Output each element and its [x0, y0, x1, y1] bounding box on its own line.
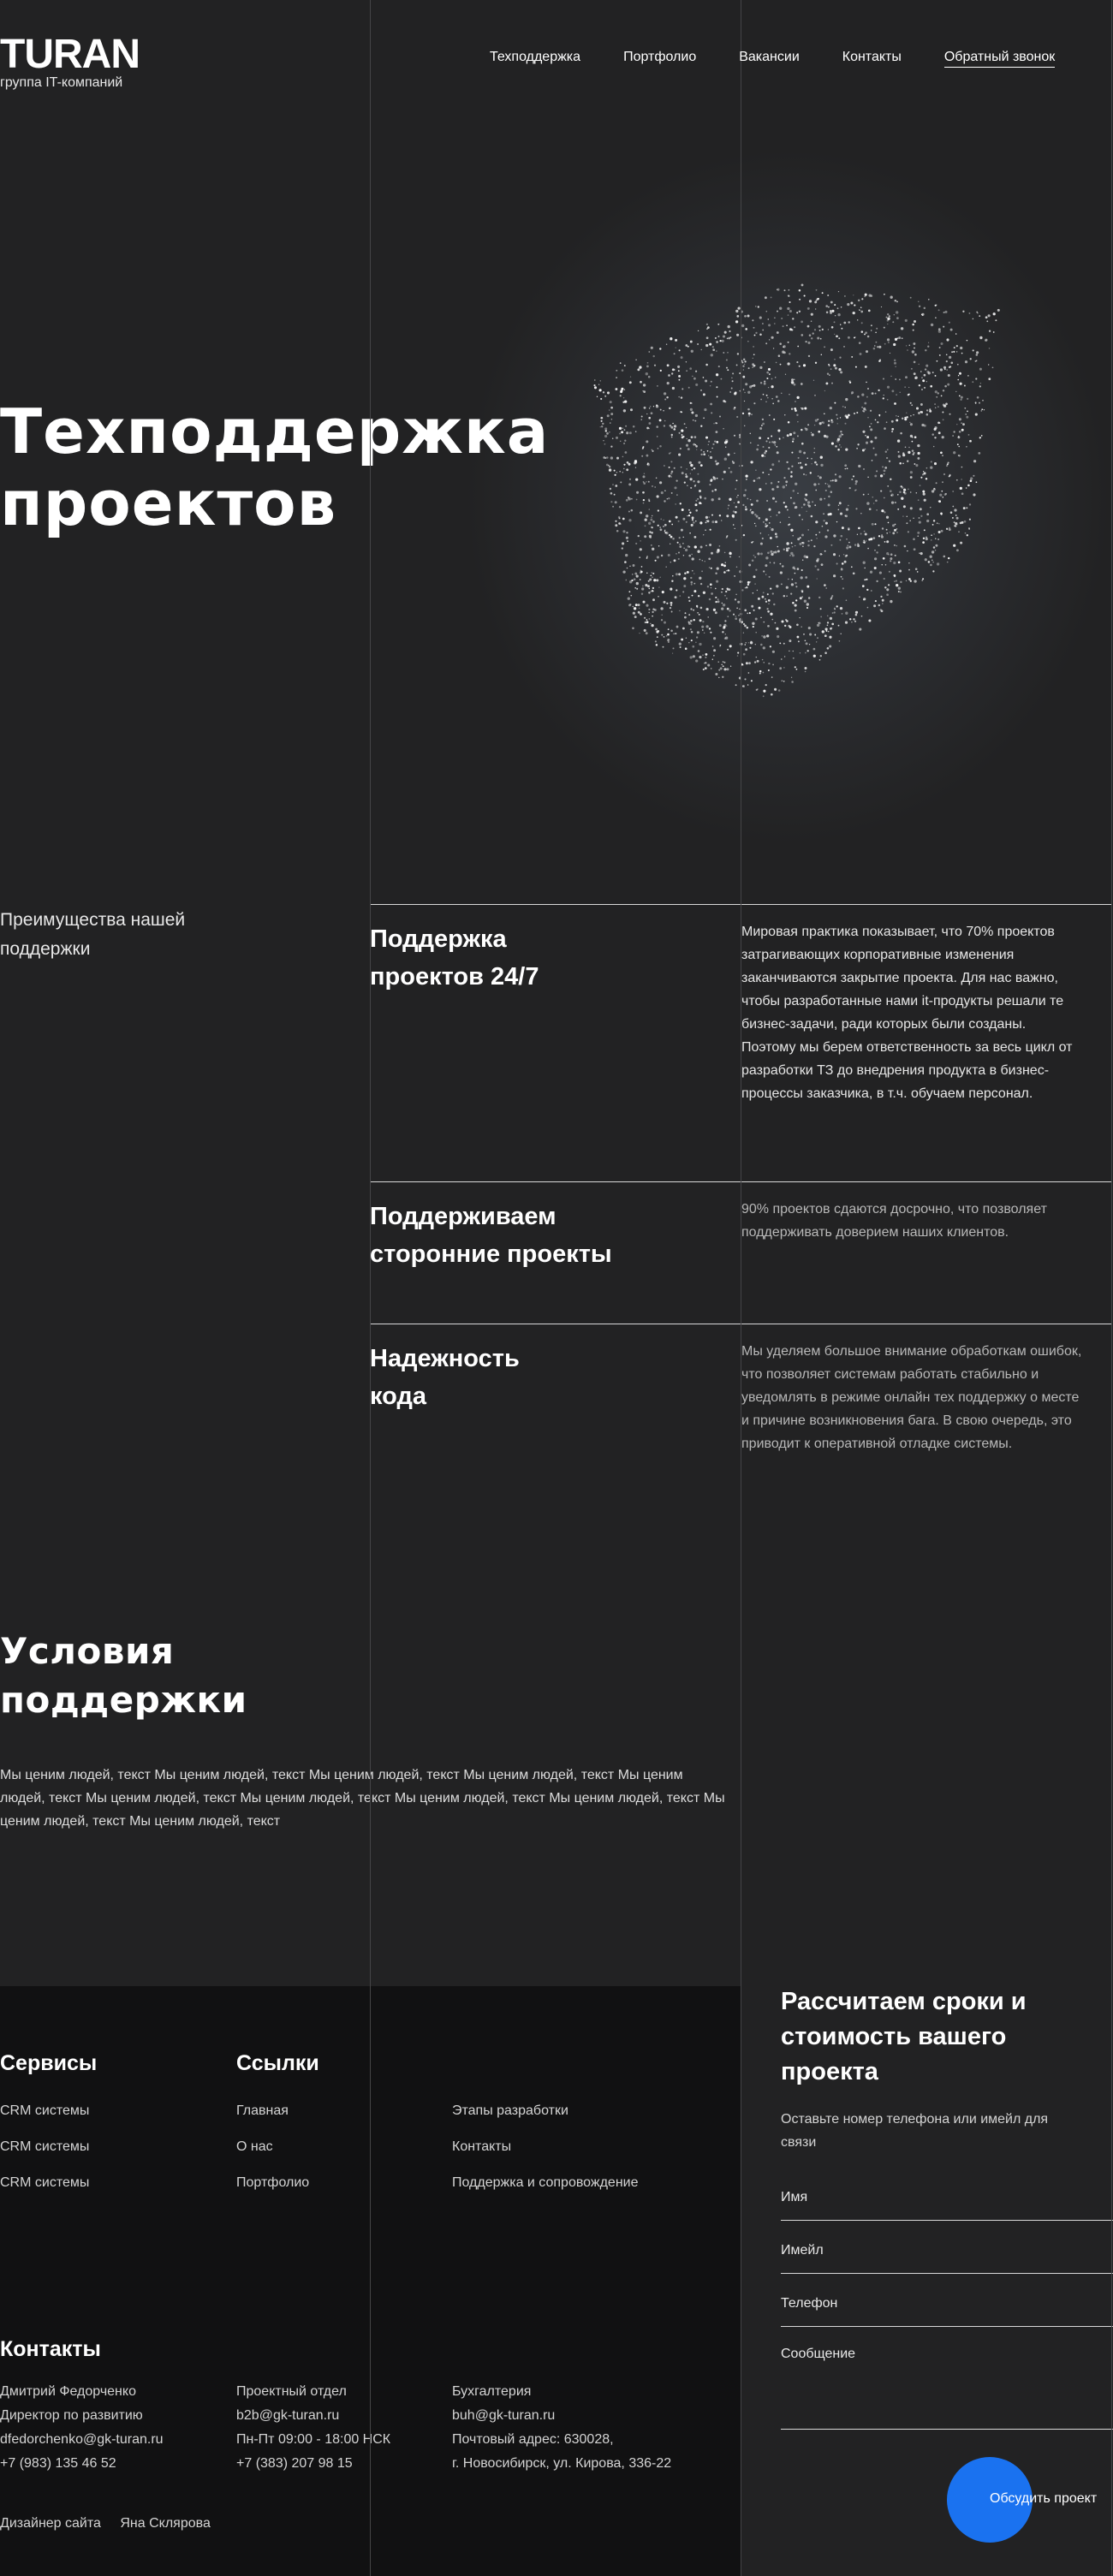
phone-field[interactable]: [781, 2293, 1113, 2327]
services-heading: Сервисы: [0, 2051, 98, 2075]
nav-portfolio[interactable]: Портфолио: [623, 50, 696, 68]
form-subtitle: Оставьте номер телефона или имейл для св…: [781, 2112, 1049, 2150]
contact-accounting: Бухгалтерия buh@gk-turan.ru Почтовый адр…: [452, 2380, 671, 2476]
footer-link-contacts[interactable]: Контакты: [452, 2139, 511, 2156]
form-title: Рассчитаем сроки и стоимость вашего прое…: [781, 1988, 1027, 2085]
logo[interactable]: TURAN группа IT-компаний: [0, 34, 140, 91]
advantage-text: Мы уделяем большое внимание обработкам о…: [741, 1344, 1082, 1451]
services-link[interactable]: CRM системы: [0, 2174, 89, 2192]
email-field[interactable]: [781, 2240, 1113, 2274]
footer-link-about[interactable]: О нас: [236, 2139, 273, 2156]
contact-email[interactable]: buh@gk-turan.ru: [452, 2404, 671, 2428]
hero-title: Техподдержка проектов: [0, 396, 549, 539]
advantage-text: Мировая практика показывает, что 70% про…: [741, 925, 1073, 1101]
advantage-title: Поддержка проектов 24/7: [370, 925, 539, 991]
advantages-label: Преимущества нашей поддержки: [0, 910, 186, 959]
submit-label[interactable]: Обсудить проект: [990, 2491, 1097, 2507]
contact-name: Дмитрий Федорченко: [0, 2384, 136, 2399]
advantage-title: Поддерживаем сторонние проекты: [370, 1203, 612, 1268]
conditions-title-line2: поддержки: [0, 1679, 247, 1721]
contact-address: г. Новосибирск, ул. Кирова, 336-22: [452, 2456, 672, 2471]
contact-name: Проектный отдел: [236, 2384, 347, 2399]
contact-email[interactable]: dfedorchenko@gk-turan.ru: [0, 2428, 164, 2452]
advantage-text: 90% проектов сдаются досрочно, что позво…: [741, 1202, 1047, 1240]
footer-link-stages[interactable]: Этапы разработки: [452, 2103, 568, 2120]
services-link[interactable]: CRM системы: [0, 2139, 89, 2156]
conditions-title: Условия поддержки: [0, 1627, 247, 1724]
contact-address: Почтовый адрес: 630028,: [452, 2432, 614, 2447]
contact-name: Бухгалтерия: [452, 2384, 532, 2399]
contact-email[interactable]: b2b@gk-turan.ru: [236, 2404, 390, 2428]
designer-credit: Дизайнер сайта Яна Склярова: [0, 2515, 211, 2532]
nav-callback[interactable]: Обратный звонок: [943, 50, 1056, 68]
contact-project-dept: Проектный отдел b2b@gk-turan.ru Пн-Пт 09…: [236, 2380, 390, 2476]
logo-subtitle: группа IT-компаний: [0, 75, 123, 90]
contact-hours: Пн-Пт 09:00 - 18:00 НСК: [236, 2432, 391, 2447]
particle-cube-image: [593, 283, 1000, 698]
main-nav: Техподдержка Портфолио Вакансии Контакты…: [490, 50, 1056, 68]
advantage-title: Надежность кода: [370, 1345, 520, 1410]
contacts-heading: Контакты: [0, 2337, 101, 2361]
footer-link-home[interactable]: Главная: [236, 2103, 289, 2120]
conditions-title-line1: Условия: [0, 1630, 175, 1672]
contact-phone[interactable]: +7 (983) 135 46 52: [0, 2452, 164, 2476]
grid-line: [370, 0, 371, 2576]
designer-label: Дизайнер сайта: [0, 2516, 101, 2531]
designer-name[interactable]: Яна Склярова: [120, 2516, 210, 2531]
nav-contacts[interactable]: Контакты: [842, 50, 902, 68]
footer-link-portfolio[interactable]: Портфолио: [236, 2174, 309, 2192]
footer-link-support[interactable]: Поддержка и сопровождение: [452, 2174, 638, 2192]
hero-title-line2: проектов: [0, 467, 337, 539]
links-heading: Ссылки: [236, 2051, 319, 2075]
name-field[interactable]: [781, 2186, 1113, 2221]
contact-director: Дмитрий Федорченко Директор по развитию …: [0, 2380, 164, 2476]
nav-vacancies[interactable]: Вакансии: [739, 50, 800, 68]
hero-title-line1: Техподдержка: [0, 396, 550, 467]
message-field[interactable]: [781, 2347, 1113, 2430]
logo-name: TURAN: [0, 32, 140, 77]
services-link[interactable]: CRM системы: [0, 2103, 89, 2120]
contact-role: Директор по развитию: [0, 2408, 143, 2423]
contact-phone[interactable]: +7 (383) 207 98 15: [236, 2452, 390, 2476]
grid-line: [1111, 0, 1112, 2576]
nav-support[interactable]: Техподдержка: [490, 50, 580, 68]
conditions-text: Мы ценим людей, текст Мы ценим людей, те…: [0, 1768, 725, 1829]
